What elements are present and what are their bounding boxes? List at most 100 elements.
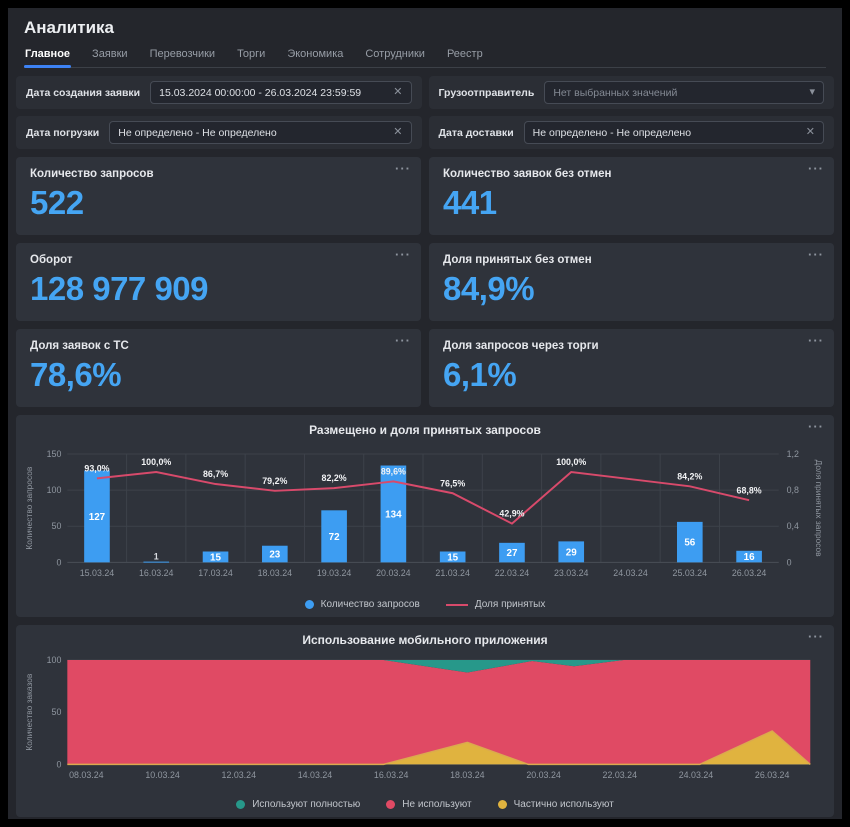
svg-text:42,9%: 42,9% bbox=[499, 509, 524, 519]
kpi-value: 6,1% bbox=[443, 356, 820, 394]
svg-text:79,2%: 79,2% bbox=[262, 476, 287, 486]
more-menu-icon[interactable]: ··· bbox=[808, 161, 824, 176]
tab-заявки[interactable]: Заявки bbox=[91, 48, 129, 67]
svg-text:27: 27 bbox=[506, 548, 517, 559]
filter-input-loading-date[interactable]: Не определено - Не определено ✕ bbox=[109, 121, 411, 144]
legend-dot bbox=[498, 800, 507, 809]
combo-chart-requests: 05010015000,40,81,2127115237213415272956… bbox=[22, 439, 828, 597]
svg-text:22.03.24: 22.03.24 bbox=[603, 770, 638, 780]
svg-text:12.03.24: 12.03.24 bbox=[222, 770, 257, 780]
header: Аналитика Главное Заявки Перевозчики Торги Э… bbox=[16, 14, 834, 68]
clear-icon[interactable]: ✕ bbox=[798, 127, 815, 138]
filter-input-delivery-date[interactable]: Не определено - Не определено ✕ bbox=[524, 121, 824, 144]
svg-text:Количество заказов: Количество заказов bbox=[24, 673, 34, 750]
filter-value: Не определено - Не определено bbox=[118, 127, 276, 139]
legend-item-0[interactable]: Используют полностью bbox=[236, 799, 360, 810]
legend-item-requests[interactable]: Количество запросов bbox=[305, 599, 420, 610]
clear-icon[interactable]: ✕ bbox=[385, 87, 402, 98]
filter-value: Нет выбранных значений bbox=[553, 87, 677, 99]
svg-text:150: 150 bbox=[47, 449, 62, 459]
chevron-down-icon[interactable]: ▾ bbox=[801, 87, 815, 98]
legend-item-2[interactable]: Частично используют bbox=[498, 799, 614, 810]
more-menu-icon[interactable]: ··· bbox=[808, 419, 824, 434]
kpi-title: Доля запросов через торги bbox=[443, 340, 820, 352]
svg-text:16.03.24: 16.03.24 bbox=[139, 568, 174, 578]
filter-label: Дата доставки bbox=[439, 127, 514, 139]
svg-text:68,8%: 68,8% bbox=[737, 485, 762, 495]
chart-panel-mobile-usage: Использование мобильного приложения ··· … bbox=[16, 625, 834, 817]
tab-торги[interactable]: Торги bbox=[236, 48, 266, 67]
kpi-title: Доля заявок с ТС bbox=[30, 340, 407, 352]
legend-label: Частично используют bbox=[514, 799, 614, 810]
legend-label: Количество запросов bbox=[321, 599, 420, 610]
legend-dot bbox=[236, 800, 245, 809]
kpi-card: Количество заявок без отмен441··· bbox=[429, 157, 834, 235]
tab-сотрудники[interactable]: Сотрудники bbox=[364, 48, 426, 67]
svg-text:08.03.24: 08.03.24 bbox=[69, 770, 104, 780]
clear-icon[interactable]: ✕ bbox=[385, 127, 402, 138]
svg-text:24.03.24: 24.03.24 bbox=[613, 568, 648, 578]
filter-input-request-created-date[interactable]: 15.03.2024 00:00:00 - 26.03.2024 23:59:5… bbox=[150, 81, 411, 104]
svg-text:56: 56 bbox=[684, 538, 695, 549]
kpi-grid: Количество запросов522···Количество заяв… bbox=[16, 157, 834, 407]
filter-select-shipper[interactable]: Нет выбранных значений ▾ bbox=[544, 81, 824, 104]
filter-label: Грузоотправитель bbox=[439, 87, 535, 99]
filter-label: Дата погрузки bbox=[26, 127, 99, 139]
kpi-title: Оборот bbox=[30, 254, 407, 266]
filter-bar: Дата создания заявки 15.03.2024 00:00:00 … bbox=[16, 76, 834, 149]
kpi-title: Количество заявок без отмен bbox=[443, 168, 820, 180]
chart-legend: Используют полностью Не используют Частичн… bbox=[22, 797, 828, 813]
tab-реестр[interactable]: Реестр bbox=[446, 48, 484, 67]
screenshot-frame: Аналитика Главное Заявки Перевозчики Торги Э… bbox=[0, 0, 850, 827]
svg-text:16: 16 bbox=[744, 552, 755, 563]
svg-text:22.03.24: 22.03.24 bbox=[495, 568, 530, 578]
svg-text:23: 23 bbox=[269, 549, 280, 560]
svg-text:76,5%: 76,5% bbox=[440, 478, 465, 488]
svg-text:24.03.24: 24.03.24 bbox=[679, 770, 714, 780]
more-menu-icon[interactable]: ··· bbox=[808, 629, 824, 644]
legend-item-1[interactable]: Не используют bbox=[386, 799, 471, 810]
more-menu-icon[interactable]: ··· bbox=[808, 333, 824, 348]
svg-text:82,2%: 82,2% bbox=[322, 473, 347, 483]
svg-text:86,7%: 86,7% bbox=[203, 469, 228, 479]
kpi-card: Количество запросов 522 ··· bbox=[16, 157, 421, 235]
tab-главное[interactable]: Главное bbox=[24, 48, 71, 67]
tab-перевозчики[interactable]: Перевозчики bbox=[149, 48, 216, 67]
svg-text:26.03.24: 26.03.24 bbox=[755, 770, 790, 780]
svg-text:23.03.24: 23.03.24 bbox=[554, 568, 589, 578]
svg-text:Доля принятых запросов: Доля принятых запросов bbox=[814, 460, 824, 558]
svg-text:Количество запросов: Количество запросов bbox=[24, 466, 34, 549]
svg-text:20.03.24: 20.03.24 bbox=[526, 770, 561, 780]
kpi-value: 522 bbox=[30, 184, 407, 222]
svg-text:25.03.24: 25.03.24 bbox=[673, 568, 708, 578]
svg-text:29: 29 bbox=[566, 547, 577, 558]
filter-label: Дата создания заявки bbox=[26, 87, 140, 99]
svg-text:127: 127 bbox=[89, 512, 106, 523]
kpi-value: 78,6% bbox=[30, 356, 407, 394]
chart-legend: Количество запросов Доля принятых bbox=[22, 597, 828, 613]
more-menu-icon[interactable]: ··· bbox=[395, 333, 411, 348]
area-chart-mobile-usage: 05010008.03.2410.03.2412.03.2414.03.2416… bbox=[22, 649, 828, 797]
filter-value: Не определено - Не определено bbox=[533, 127, 691, 139]
chart-title: Использование мобильного приложения bbox=[22, 633, 828, 647]
more-menu-icon[interactable]: ··· bbox=[395, 247, 411, 262]
page-title: Аналитика bbox=[24, 18, 826, 38]
svg-text:0,8: 0,8 bbox=[787, 485, 799, 495]
chart-title: Размещено и доля принятых запросов bbox=[22, 423, 828, 437]
svg-text:0,4: 0,4 bbox=[787, 521, 799, 531]
svg-text:19.03.24: 19.03.24 bbox=[317, 568, 352, 578]
svg-text:93,0%: 93,0% bbox=[84, 463, 109, 473]
tab-экономика[interactable]: Экономика bbox=[286, 48, 344, 67]
filter-shipper: Грузоотправитель Нет выбранных значений ▾ bbox=[429, 76, 835, 109]
filter-delivery-date: Дата доставки Не определено - Не определе… bbox=[429, 116, 835, 149]
svg-text:0: 0 bbox=[56, 557, 61, 567]
more-menu-icon[interactable]: ··· bbox=[808, 247, 824, 262]
svg-text:1: 1 bbox=[154, 551, 159, 561]
legend-item-accepted-share[interactable]: Доля принятых bbox=[446, 599, 546, 610]
more-menu-icon[interactable]: ··· bbox=[395, 161, 411, 176]
svg-text:15: 15 bbox=[210, 552, 221, 563]
kpi-card: Оборот128 977 909··· bbox=[16, 243, 421, 321]
svg-text:134: 134 bbox=[385, 509, 402, 520]
svg-text:50: 50 bbox=[52, 521, 62, 531]
kpi-title: Количество запросов bbox=[30, 168, 407, 180]
